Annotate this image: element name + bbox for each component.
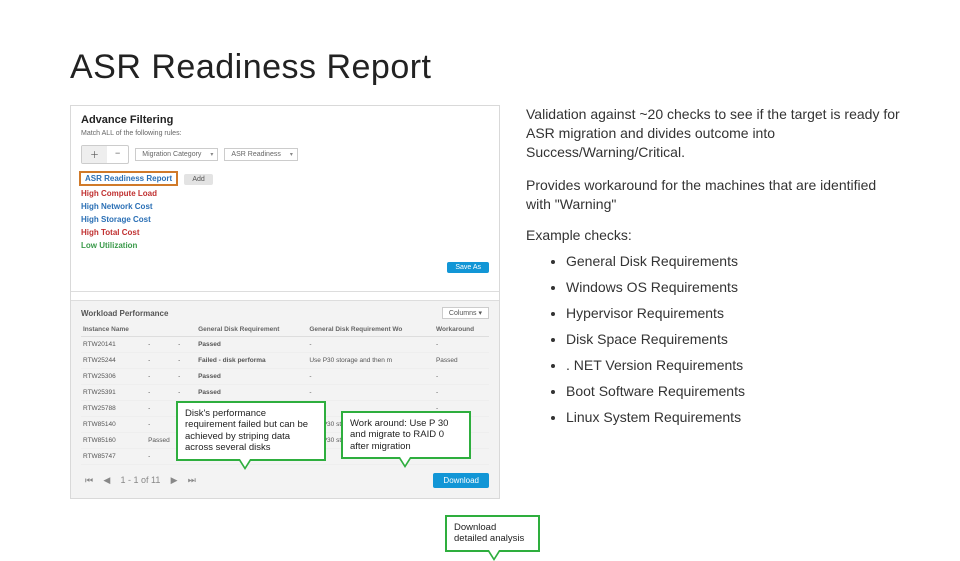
check-item: Hypervisor Requirements	[566, 305, 900, 321]
toggle-group[interactable]: ＋ −	[81, 145, 129, 164]
panel-heading: Advance Filtering	[81, 114, 489, 126]
col-instance: Instance Name	[81, 323, 146, 337]
well-title: Workload Performance	[81, 309, 168, 318]
screenshot-panel: Advance Filtering Match ALL of the follo…	[70, 105, 500, 499]
col-gdr: General Disk Requirement	[196, 323, 307, 337]
example-label: Example checks:	[526, 227, 900, 243]
desc-p1: Validation against ~20 checks to see if …	[526, 105, 900, 162]
check-item: . NET Version Requirements	[566, 357, 900, 373]
minus-icon[interactable]: −	[107, 146, 128, 163]
category-list: ASR Readiness Report Add High Compute Lo…	[81, 170, 489, 252]
category-item[interactable]: High Network Cost	[81, 200, 489, 213]
category-item[interactable]: High Total Cost	[81, 226, 489, 239]
category-item[interactable]: Low Utilization	[81, 239, 489, 252]
check-item: Boot Software Requirements	[566, 383, 900, 399]
download-button[interactable]: Download	[433, 473, 489, 488]
first-icon[interactable]: ⏮	[81, 473, 97, 488]
pager[interactable]: ⏮ ◀ 1 - 1 of 11 ▶ ⏭	[81, 473, 200, 488]
save-button[interactable]: Save As	[447, 262, 489, 273]
check-item: General Disk Requirements	[566, 253, 900, 269]
next-icon[interactable]: ▶	[167, 473, 182, 488]
check-item: Disk Space Requirements	[566, 331, 900, 347]
col-wa: Workaround	[434, 323, 489, 337]
table-row: RTW20141--Passed--	[81, 337, 489, 353]
callout-workaround: Work around: Use P 30 and migrate to RAI…	[341, 411, 471, 459]
check-list: General Disk Requirements Windows OS Requ…	[526, 253, 900, 425]
add-button[interactable]: Add	[184, 174, 212, 185]
table-row: RTW25244--Failed - disk performaUse P30 …	[81, 353, 489, 369]
desc-p2: Provides workaround for the machines tha…	[526, 176, 900, 214]
plus-icon[interactable]: ＋	[82, 146, 107, 163]
table-row: RTW25391--Passed--	[81, 385, 489, 401]
prev-icon[interactable]: ◀	[99, 473, 114, 488]
check-item: Windows OS Requirements	[566, 279, 900, 295]
value-select[interactable]: ASR Readiness	[224, 148, 297, 161]
callout-disk-perf: Disk's performance requirement failed bu…	[176, 401, 326, 461]
panel-subtext: Match ALL of the following rules:	[81, 130, 489, 137]
category-item[interactable]: High Storage Cost	[81, 213, 489, 226]
category-item[interactable]: High Compute Load	[81, 187, 489, 200]
page-title: ASR Readiness Report	[70, 48, 900, 87]
description-column: Validation against ~20 checks to see if …	[526, 105, 900, 499]
col-gdrwo: General Disk Requirement Wo	[307, 323, 434, 337]
callout-download: Download detailed analysis	[445, 515, 540, 552]
columns-button[interactable]: Columns ▾	[442, 307, 489, 319]
check-item: Linux System Requirements	[566, 409, 900, 425]
category-item[interactable]: ASR Readiness Report	[79, 171, 178, 186]
table-row: RTW25306--Passed--	[81, 369, 489, 385]
results-well: Workload Performance Columns ▾ Instance …	[71, 300, 499, 498]
last-icon[interactable]: ⏭	[184, 473, 200, 488]
category-select[interactable]: Migration Category	[135, 148, 218, 161]
pager-info: 1 - 1 of 11	[117, 473, 165, 487]
